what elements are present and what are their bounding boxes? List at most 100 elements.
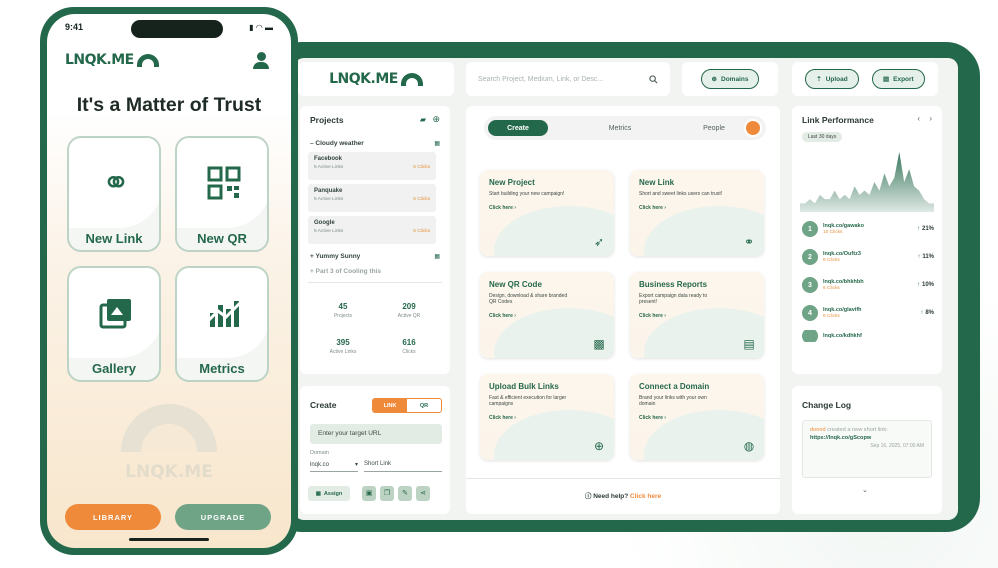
performance-item[interactable]: 3 lnqk.co/bhkhbh 6 Clicks ↑ 10% bbox=[802, 274, 934, 296]
performance-item[interactable]: lnqk.co/kdhkhf bbox=[802, 330, 934, 342]
domains-button[interactable]: ⊕ Domains bbox=[700, 69, 760, 89]
help-link[interactable]: Click here bbox=[630, 493, 661, 500]
project-group-yummy[interactable]: + Yummy Sunny bbox=[310, 253, 360, 260]
rocket-icon: ➶ bbox=[593, 235, 605, 249]
toggle-link[interactable]: LINK bbox=[373, 399, 407, 412]
performance-item[interactable]: 2 lnqk.co/Ouftz3 8 Clicks ↑ 11% bbox=[802, 246, 934, 268]
tile-label: Metrics bbox=[199, 361, 245, 376]
phone-logo[interactable]: LNQK.ME bbox=[65, 52, 159, 68]
url-clicks: 6 Clicks bbox=[823, 314, 840, 319]
help-icon: ⓘ bbox=[584, 493, 592, 500]
library-button[interactable]: LIBRARY bbox=[65, 504, 161, 530]
link-qr-toggle[interactable]: LINK QR bbox=[372, 398, 442, 413]
card-connect-domain[interactable]: Connect a Domain Brand your links with y… bbox=[630, 374, 764, 460]
short-url[interactable]: lnqk.co/bhkhbh bbox=[823, 279, 917, 285]
project-group-cloudy[interactable]: – Cloudy weather bbox=[310, 140, 364, 147]
export-icon: ▤ bbox=[882, 76, 890, 83]
project-row[interactable]: Google 5 Active Links 5 Clicks bbox=[308, 216, 436, 244]
performance-item[interactable]: 1 lnqk.co/gawako 10 Clicks ↑ 21% bbox=[802, 218, 934, 240]
stat-active-qr: 209 Active QR bbox=[397, 302, 421, 319]
target-url-input[interactable]: Enter your target URL bbox=[310, 424, 442, 444]
card-new-link[interactable]: New Link Short and sweet links users can… bbox=[630, 170, 764, 256]
qr-action-icon[interactable]: ▣ bbox=[362, 486, 376, 501]
prev-icon[interactable]: ‹ bbox=[917, 114, 920, 123]
project-group-part3[interactable]: + Part 3 of Cooling this bbox=[310, 268, 381, 275]
share-icon[interactable]: ⋖ bbox=[416, 486, 430, 501]
project-clicks: 5 Clicks bbox=[413, 165, 430, 170]
changelog-entry[interactable]: doned created a new short link: https://… bbox=[802, 420, 932, 478]
short-url[interactable]: lnqk.co/Ouftz3 bbox=[823, 251, 917, 257]
short-url[interactable]: lnqk.co/glavifh bbox=[823, 307, 920, 313]
upgrade-button[interactable]: UPGRADE bbox=[175, 504, 271, 530]
tile-metrics[interactable]: Metrics bbox=[175, 266, 269, 382]
stat-projects: 45 Projects bbox=[333, 302, 353, 319]
rank-badge: 1 bbox=[802, 221, 818, 237]
performance-item[interactable]: 4 lnqk.co/glavifh 6 Clicks ↑ 8% bbox=[802, 302, 934, 324]
card-cta[interactable]: Click here › bbox=[639, 415, 755, 421]
tab-metrics[interactable]: Metrics bbox=[590, 120, 650, 136]
main-panel: Create Metrics People New Project Start … bbox=[466, 106, 780, 514]
search-icon[interactable] bbox=[649, 74, 658, 84]
globe-icon: ⊕ bbox=[711, 76, 717, 83]
card-title: Connect a Domain bbox=[639, 382, 710, 391]
short-url[interactable]: lnqk.co/gawako bbox=[823, 223, 917, 229]
folder-icon[interactable]: ▰ bbox=[420, 115, 426, 124]
metrics-icon bbox=[206, 301, 242, 327]
project-name: Facebook bbox=[314, 156, 343, 162]
tile-label: Gallery bbox=[91, 361, 137, 376]
tile-new-qr[interactable]: New QR bbox=[175, 136, 269, 252]
card-desc: Fast & efficient execution for larger ca… bbox=[489, 395, 567, 407]
chevron-down-icon[interactable]: ⌄ bbox=[862, 486, 868, 494]
next-icon[interactable]: › bbox=[929, 114, 932, 123]
phone-screen: 9:41 ▮ ◠ ▬ LNQK.ME It's a Matter of Trus… bbox=[47, 14, 291, 548]
tab-create[interactable]: Create bbox=[488, 120, 548, 136]
tile-new-link[interactable]: ⚭ New Link bbox=[67, 136, 161, 252]
card-cta[interactable]: Click here › bbox=[489, 205, 605, 211]
card-desc: Export campaign data ready to present! bbox=[639, 293, 708, 305]
card-business-reports[interactable]: Business Reports Export campaign data re… bbox=[630, 272, 764, 358]
period-badge[interactable]: Last 30 days bbox=[802, 132, 843, 142]
card-cta[interactable]: Click here › bbox=[489, 313, 605, 319]
group-qr-icon[interactable]: ▦ bbox=[434, 253, 440, 260]
export-button[interactable]: ▤ Export bbox=[871, 69, 925, 89]
changelog-url[interactable]: https://lnqk.co/gScopw bbox=[810, 435, 871, 441]
search-input[interactable]: Search Project, Medium, Link, or Desc... bbox=[466, 62, 670, 96]
card-new-qr[interactable]: New QR Code Design, download & share bra… bbox=[480, 272, 614, 358]
card-title: New Project bbox=[489, 178, 535, 187]
card-cta[interactable]: Click here › bbox=[489, 415, 605, 421]
upload-button[interactable]: ⇡ Upload bbox=[805, 69, 859, 89]
domain-select[interactable]: lnqk.co ▾ bbox=[310, 458, 358, 472]
chevron-down-icon: ▾ bbox=[354, 462, 358, 468]
project-row[interactable]: Panquake 5 Active Links 5 Clicks bbox=[308, 184, 436, 212]
card-cta[interactable]: Click here › bbox=[639, 205, 755, 211]
toggle-qr[interactable]: QR bbox=[407, 399, 441, 412]
projects-title: Projects bbox=[310, 115, 344, 125]
assign-button[interactable]: ▦ Assign bbox=[308, 486, 350, 501]
project-row[interactable]: Facebook 5 Active Links 5 Clicks bbox=[308, 152, 436, 180]
changelog-panel: Change Log doned created a new short lin… bbox=[792, 386, 942, 514]
group-qr-icon[interactable]: ▦ bbox=[434, 140, 440, 147]
card-new-project[interactable]: New Project Start building your new camp… bbox=[480, 170, 614, 256]
add-project-icon[interactable]: ⊕ bbox=[432, 114, 440, 125]
card-upload-bulk[interactable]: Upload Bulk Links Fast & efficient execu… bbox=[480, 374, 614, 460]
desktop-logo-box[interactable]: LNQK.ME bbox=[298, 62, 454, 96]
user-icon[interactable] bbox=[253, 52, 269, 70]
card-cta[interactable]: Click here › bbox=[639, 313, 755, 319]
tile-gallery[interactable]: Gallery bbox=[67, 266, 161, 382]
watermark-gauge-icon bbox=[121, 404, 217, 452]
changelog-user: doned bbox=[810, 427, 826, 433]
short-url[interactable]: lnqk.co/kdhkhf bbox=[823, 333, 934, 339]
tab-people[interactable]: People bbox=[684, 120, 744, 136]
copy-icon[interactable]: ❐ bbox=[380, 486, 394, 501]
short-link-input[interactable]: Short Link bbox=[364, 458, 442, 472]
project-clicks: 5 Clicks bbox=[413, 229, 430, 234]
trend-up-icon: ↑ bbox=[920, 310, 924, 316]
performance-text: lnqk.co/Ouftz3 8 Clicks bbox=[823, 251, 917, 263]
globe-icon: ◍ bbox=[743, 439, 755, 453]
trend-up-icon: ↑ bbox=[916, 282, 920, 288]
url-clicks: 10 Clicks bbox=[823, 230, 843, 235]
url-clicks: 8 Clicks bbox=[823, 258, 840, 263]
tile-label: New Link bbox=[85, 231, 143, 246]
edit-icon[interactable]: ✎ bbox=[398, 486, 412, 501]
user-avatar[interactable] bbox=[744, 119, 762, 137]
